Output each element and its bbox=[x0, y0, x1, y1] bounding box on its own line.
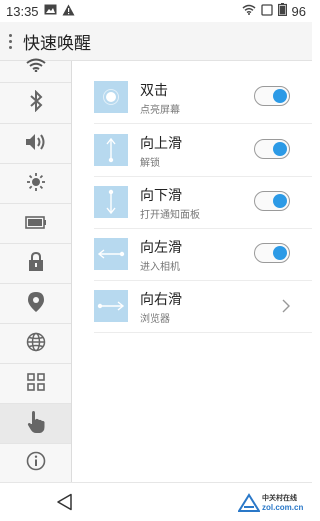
swipe-up-icon bbox=[94, 134, 128, 166]
wifi-icon bbox=[25, 57, 46, 76]
back-icon[interactable] bbox=[56, 493, 74, 515]
sidebar-item-network[interactable] bbox=[0, 324, 71, 364]
gesture-subtitle: 浏览器 bbox=[140, 314, 170, 325]
gesture-title: 向上滑 bbox=[140, 136, 182, 152]
swipe-left-icon bbox=[94, 238, 128, 270]
wifi-icon bbox=[242, 4, 256, 18]
watermark-domain: zol.com.cn bbox=[262, 503, 304, 512]
battery-level: 96 bbox=[291, 3, 306, 19]
gesture-row-double-tap[interactable]: 双击 点亮屏幕 bbox=[94, 71, 312, 124]
globe-icon bbox=[26, 332, 46, 356]
gesture-title: 向下滑 bbox=[140, 188, 182, 204]
sim-icon bbox=[260, 3, 273, 19]
watermark-text: 中关村在线 bbox=[262, 494, 297, 502]
gesture-subtitle: 解锁 bbox=[140, 158, 160, 169]
gesture-title: 向左滑 bbox=[140, 240, 182, 256]
swipe-up-toggle[interactable] bbox=[254, 139, 290, 159]
hand-gesture-icon bbox=[26, 410, 46, 438]
navigation-bar: 中关村在线 zol.com.cn bbox=[0, 482, 312, 521]
bluetooth-icon bbox=[29, 89, 43, 116]
lock-icon bbox=[28, 251, 44, 276]
apps-grid-icon bbox=[26, 372, 45, 395]
sidebar-item-gestures[interactable] bbox=[0, 404, 71, 444]
volume-icon bbox=[25, 133, 47, 155]
image-icon bbox=[44, 4, 57, 18]
gesture-title: 双击 bbox=[140, 83, 168, 99]
brightness-icon bbox=[26, 172, 46, 196]
swipe-down-icon bbox=[94, 186, 128, 218]
gesture-subtitle: 打开通知面板 bbox=[140, 210, 200, 221]
sidebar-item-apps[interactable] bbox=[0, 364, 71, 404]
battery-icon bbox=[277, 3, 287, 19]
sidebar-item-battery[interactable] bbox=[0, 204, 71, 244]
double-tap-toggle[interactable] bbox=[254, 86, 290, 106]
sidebar-item-security[interactable] bbox=[0, 244, 71, 284]
status-bar: 13:35 96 bbox=[0, 0, 312, 22]
zol-logo-icon bbox=[237, 493, 261, 517]
chevron-right-icon bbox=[282, 298, 290, 317]
info-icon bbox=[26, 451, 46, 475]
sidebar-item-display[interactable] bbox=[0, 164, 71, 204]
sidebar-item-about[interactable] bbox=[0, 444, 71, 482]
gesture-row-swipe-left[interactable]: 向左滑 进入相机 bbox=[94, 228, 312, 281]
double-tap-icon bbox=[94, 81, 128, 113]
gesture-subtitle: 点亮屏幕 bbox=[140, 105, 180, 116]
gesture-row-swipe-down[interactable]: 向下滑 打开通知面板 bbox=[94, 176, 312, 229]
battery-icon bbox=[24, 214, 47, 233]
settings-sidebar bbox=[0, 58, 72, 482]
warning-icon bbox=[62, 4, 75, 19]
sidebar-item-bluetooth[interactable] bbox=[0, 83, 71, 124]
swipe-right-icon bbox=[94, 290, 128, 322]
gesture-title: 向右滑 bbox=[140, 292, 182, 308]
sidebar-item-sound[interactable] bbox=[0, 124, 71, 164]
gesture-subtitle: 进入相机 bbox=[140, 262, 180, 273]
sidebar-item-wifi[interactable] bbox=[0, 45, 71, 83]
gesture-list: 双击 点亮屏幕 向上滑 解锁 向下滑 打开通知面板 向左滑 进入相机 向右滑 浏 bbox=[72, 61, 312, 482]
sidebar-item-location[interactable] bbox=[0, 284, 71, 324]
watermark: 中关村在线 zol.com.cn bbox=[237, 489, 308, 517]
location-icon bbox=[27, 291, 45, 317]
swipe-left-toggle[interactable] bbox=[254, 243, 290, 263]
gesture-row-swipe-up[interactable]: 向上滑 解锁 bbox=[94, 124, 312, 177]
status-time: 13:35 bbox=[6, 3, 39, 19]
swipe-down-toggle[interactable] bbox=[254, 191, 290, 211]
gesture-row-swipe-right[interactable]: 向右滑 浏览器 bbox=[94, 280, 312, 333]
